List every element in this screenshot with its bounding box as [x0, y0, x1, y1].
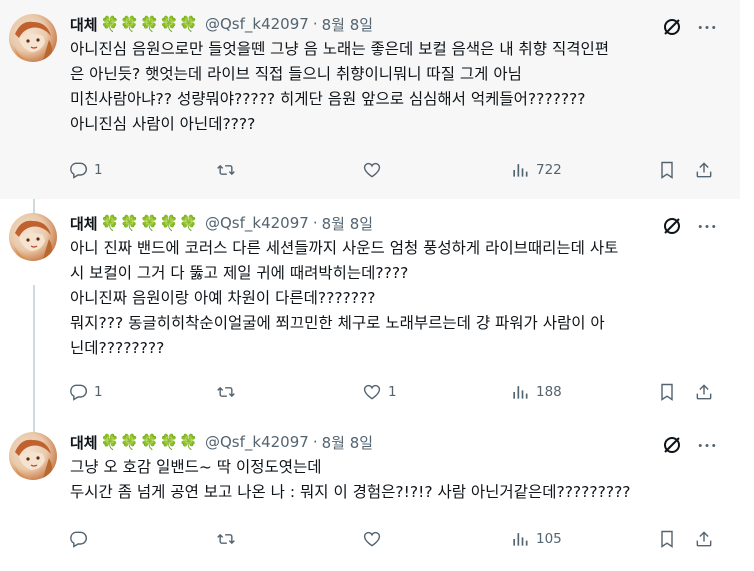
tweet-text-line: 뭐지??? 동글히히착순이얼굴에 쬐끄민한 체구로 노래부르는데 걍 파워가 사…: [70, 314, 605, 332]
separator-dot: ·: [312, 214, 318, 232]
share-button[interactable]: [694, 522, 714, 556]
tweet-text-line: 아니진짜 음원이랑 아예 차원이 다른데???????: [70, 289, 376, 307]
retweet-icon: [217, 386, 235, 398]
views-button[interactable]: 188: [510, 375, 562, 409]
retweet-icon: [217, 533, 235, 545]
more-options-icon[interactable]: [695, 16, 719, 38]
tweet-text-line: 두시간 좀 넘게 공연 보고 나온 나 : 뭐지 이 경험은?!?!? 사람 아…: [70, 483, 631, 501]
tweet-actions: 1 1 188: [60, 375, 730, 409]
clover-emoji: 🍀🍀🍀🍀🍀: [100, 214, 199, 232]
more-options-icon[interactable]: [695, 434, 719, 456]
grok-icon[interactable]: [661, 434, 683, 456]
reply-icon: [70, 162, 88, 179]
tweet-text-line: 닌데????????: [70, 339, 165, 357]
grok-icon[interactable]: [661, 16, 683, 38]
share-button[interactable]: [694, 153, 714, 187]
tweet-thread: 대체 🍀🍀🍀🍀🍀 @Qsf_k42097 · 8월 8일 아니진심 음원으로만 …: [0, 0, 754, 571]
clover-emoji: 🍀🍀🍀🍀🍀: [100, 15, 199, 33]
bar-chart-icon: [513, 533, 528, 546]
tweet-header: 대체 🍀🍀🍀🍀🍀 @Qsf_k42097 · 8월 8일: [70, 211, 373, 235]
tweet-actions: 1 722: [60, 153, 730, 187]
tweet-text: 아니 진짜 밴드에 코러스 다른 세션들까지 사운드 엄청 풍성하게 라이브때리…: [70, 236, 720, 361]
tweet-header: 대체 🍀🍀🍀🍀🍀 @Qsf_k42097 · 8월 8일: [70, 430, 373, 454]
author-handle[interactable]: @Qsf_k42097: [205, 433, 309, 451]
tweet-date[interactable]: 8월 8일: [322, 14, 373, 35]
like-count: 1: [388, 384, 397, 400]
separator-dot: ·: [312, 433, 318, 451]
heart-icon: [363, 162, 381, 178]
tweet-text-line: 미친사람아냐?? 성량뭐야????? 히게단 음원 앞으로 심심해서 억케들어?…: [70, 90, 586, 108]
share-icon: [696, 384, 712, 400]
like-button[interactable]: [362, 153, 388, 187]
reply-count: 1: [94, 162, 103, 178]
heart-icon: [363, 531, 381, 547]
avatar-illustration: [13, 21, 52, 60]
tweet-actions: 105: [60, 522, 730, 556]
bookmark-button[interactable]: [657, 375, 677, 409]
author-name[interactable]: 대체: [70, 213, 98, 234]
view-count: 722: [536, 162, 562, 178]
avatar[interactable]: [9, 14, 57, 62]
separator-dot: ·: [312, 15, 318, 33]
tweet-text: 아니진심 음원으로만 들엇을뗀 그냥 음 노래는 좋은데 보컬 음색은 내 취향…: [70, 37, 720, 137]
like-button[interactable]: 1: [362, 375, 397, 409]
tweet[interactable]: 대체 🍀🍀🍀🍀🍀 @Qsf_k42097 · 8월 8일 그냥 오 호감 일밴드…: [0, 418, 740, 571]
more-options-icon[interactable]: [695, 215, 719, 237]
reply-button[interactable]: 1: [68, 153, 103, 187]
tweet-date[interactable]: 8월 8일: [322, 432, 373, 453]
share-button[interactable]: [694, 375, 714, 409]
avatar-illustration: [13, 439, 52, 478]
bookmark-icon: [661, 161, 673, 179]
tweet-text-line: 시 보컬이 그거 다 뚫고 제일 귀에 때려박히는데????: [70, 264, 409, 282]
author-handle[interactable]: @Qsf_k42097: [205, 15, 309, 33]
grok-icon[interactable]: [661, 215, 683, 237]
share-icon: [696, 531, 712, 547]
bookmark-button[interactable]: [657, 522, 677, 556]
clover-emoji: 🍀🍀🍀🍀🍀: [100, 433, 199, 451]
bookmark-icon: [661, 383, 673, 401]
reply-button[interactable]: [68, 522, 94, 556]
tweet[interactable]: 대체 🍀🍀🍀🍀🍀 @Qsf_k42097 · 8월 8일 아니진심 음원으로만 …: [0, 0, 740, 199]
view-count: 188: [536, 384, 562, 400]
author-handle[interactable]: @Qsf_k42097: [205, 214, 309, 232]
tweet-text-line: 아니 진짜 밴드에 코러스 다른 세션들까지 사운드 엄청 풍성하게 라이브때리…: [70, 239, 619, 257]
retweet-icon: [217, 164, 235, 176]
retweet-button[interactable]: [216, 375, 242, 409]
bar-chart-icon: [513, 386, 528, 399]
tweet-text-line: 그냥 오 호감 일밴드~ 딱 이정도엿는데: [70, 458, 322, 476]
reply-count: 1: [94, 384, 103, 400]
tweet-text-line: 아니진심 사람이 아닌데????: [70, 115, 256, 133]
view-count: 105: [536, 531, 562, 547]
tweet-header: 대체 🍀🍀🍀🍀🍀 @Qsf_k42097 · 8월 8일: [70, 12, 373, 36]
views-button[interactable]: 722: [510, 153, 562, 187]
tweet-text-line: 아니진심 음원으로만 들엇을뗀 그냥 음 노래는 좋은데 보컬 음색은 내 취향…: [70, 40, 610, 58]
author-name[interactable]: 대체: [70, 432, 98, 453]
reply-icon: [70, 531, 88, 548]
reply-icon: [70, 384, 88, 401]
author-name[interactable]: 대체: [70, 14, 98, 35]
tweet-text-line: 은 아닌듯? 햇엇는데 라이브 직접 들으니 취향이니뭐니 따질 그게 아님: [70, 65, 522, 83]
bookmark-button[interactable]: [657, 153, 677, 187]
heart-icon: [363, 384, 381, 400]
like-button[interactable]: [362, 522, 388, 556]
reply-button[interactable]: 1: [68, 375, 103, 409]
share-icon: [696, 162, 712, 178]
tweet[interactable]: 대체 🍀🍀🍀🍀🍀 @Qsf_k42097 · 8월 8일 아니 진짜 밴드에 코…: [0, 199, 740, 418]
views-button[interactable]: 105: [510, 522, 562, 556]
avatar[interactable]: [9, 213, 57, 261]
tweet-date[interactable]: 8월 8일: [322, 213, 373, 234]
avatar-illustration: [13, 220, 52, 259]
retweet-button[interactable]: [216, 522, 242, 556]
bar-chart-icon: [513, 164, 528, 177]
retweet-button[interactable]: [216, 153, 242, 187]
avatar[interactable]: [9, 432, 57, 480]
tweet-text: 그냥 오 호감 일밴드~ 딱 이정도엿는데 두시간 좀 넘게 공연 보고 나온 …: [70, 455, 720, 505]
bookmark-icon: [661, 530, 673, 548]
